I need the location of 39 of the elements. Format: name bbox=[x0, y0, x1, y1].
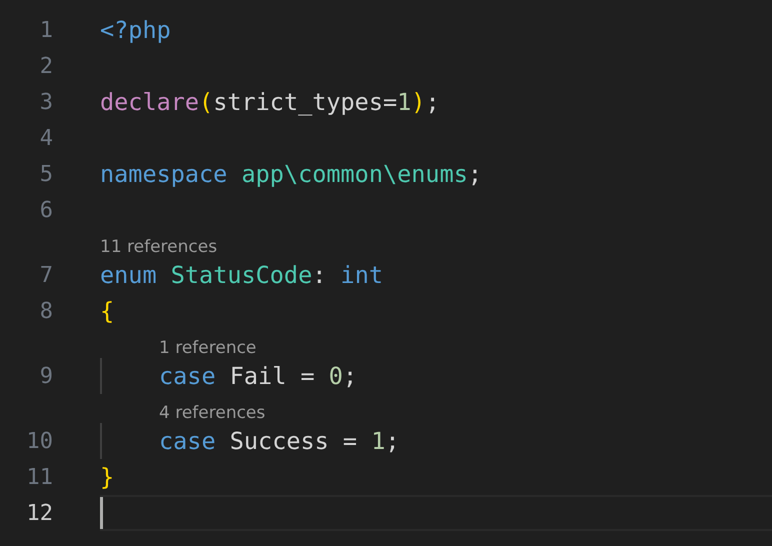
line-number: 2 bbox=[38, 54, 53, 78]
code-token: ; bbox=[425, 88, 440, 116]
line-number: 4 bbox=[38, 126, 53, 150]
code-token: 1 bbox=[371, 427, 386, 455]
code-token: ; bbox=[385, 427, 400, 455]
line-number: 11 bbox=[26, 464, 53, 490]
code-token: ; bbox=[342, 362, 358, 390]
code-token: case bbox=[159, 427, 216, 455]
references-codelens[interactable]: 4 references bbox=[159, 403, 266, 423]
line-number: 9 bbox=[38, 364, 53, 388]
code-token: } bbox=[100, 463, 114, 491]
code-token: StatusCode bbox=[170, 261, 312, 289]
code-token: app\common\enums bbox=[242, 160, 468, 188]
code-token: declare bbox=[100, 88, 200, 116]
references-codelens[interactable]: 1 reference bbox=[159, 338, 256, 358]
code-token: strict_types= bbox=[213, 88, 398, 116]
code-token: namespace bbox=[100, 160, 228, 188]
line-number: 3 bbox=[38, 90, 53, 114]
references-codelens[interactable]: 11 references bbox=[100, 237, 218, 257]
code-token: Success = bbox=[230, 427, 358, 455]
line-number: 8 bbox=[38, 298, 53, 324]
code-token: Fail = bbox=[230, 362, 316, 390]
code-token: { bbox=[100, 297, 114, 325]
code-token: int bbox=[340, 261, 383, 289]
code-token: ; bbox=[468, 160, 482, 188]
code-token: : bbox=[312, 261, 326, 289]
code-token: 0 bbox=[328, 362, 343, 390]
code-token: <?php bbox=[100, 16, 171, 44]
code-token: ( bbox=[199, 88, 214, 116]
code-token: 1 bbox=[397, 88, 412, 116]
line-number: 1 bbox=[38, 18, 53, 42]
line-number: 5 bbox=[38, 162, 53, 186]
code-token: enum bbox=[100, 261, 157, 289]
code-token: case bbox=[159, 362, 216, 390]
line-number: 10 bbox=[26, 428, 53, 454]
code-token: ) bbox=[411, 88, 426, 116]
line-number: 7 bbox=[38, 262, 53, 288]
line-number: 6 bbox=[38, 198, 53, 222]
line-number: 12 bbox=[26, 500, 53, 526]
